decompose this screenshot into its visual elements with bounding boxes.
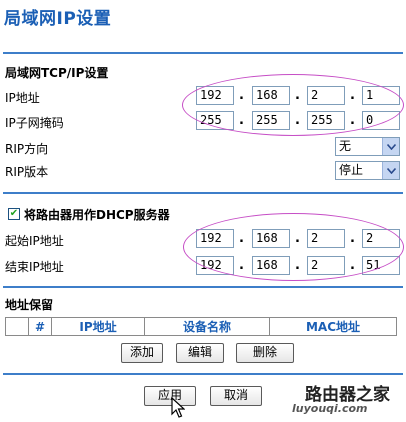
start-ip-label: 起始IP地址 [5, 234, 64, 248]
divider [3, 52, 403, 54]
dot-separator: . [239, 88, 244, 103]
dhcp-server-label: 将路由器用作DHCP服务器 [24, 208, 170, 222]
column-header-mac: MAC地址 [269, 317, 397, 336]
section-title-lan: 局域网TCP/IP设置 [5, 66, 109, 80]
watermark-url: luyouqi.com [292, 402, 368, 415]
mask-octet-4-input[interactable]: 0 [362, 111, 400, 130]
divider [3, 373, 403, 375]
column-header-index: # [28, 317, 52, 336]
start-ip-octet-1-input[interactable]: 192 [196, 229, 234, 248]
end-ip-label: 结束IP地址 [5, 260, 64, 274]
dot-separator: . [239, 258, 244, 273]
reservation-table: # IP地址 设备名称 MAC地址 [5, 317, 397, 336]
dot-separator: . [239, 113, 244, 128]
dot-separator: . [350, 231, 355, 246]
mouse-pointer-icon [171, 397, 185, 418]
rip-direction-value: 无 [339, 139, 352, 153]
ip-address-label: IP地址 [5, 91, 40, 105]
start-ip-octet-2-input[interactable]: 168 [252, 229, 290, 248]
reservation-title: 地址保留 [5, 298, 54, 312]
rip-version-value: 停止 [339, 163, 364, 177]
dot-separator: . [350, 113, 355, 128]
mask-octet-1-input[interactable]: 255 [196, 111, 234, 130]
end-ip-octet-1-input[interactable]: 192 [196, 256, 234, 275]
table-header-row: # IP地址 设备名称 MAC地址 [5, 317, 397, 336]
end-ip-octet-4-input[interactable]: 51 [362, 256, 400, 275]
rip-version-select[interactable]: 停止 [335, 161, 400, 180]
dot-separator: . [295, 231, 300, 246]
edit-button[interactable]: 编辑 [176, 343, 224, 363]
dot-separator: . [350, 88, 355, 103]
page-title: 局域网IP设置 [4, 9, 112, 29]
dot-separator: . [239, 231, 244, 246]
dot-separator: . [350, 258, 355, 273]
start-ip-octet-4-input[interactable]: 2 [362, 229, 400, 248]
dot-separator: . [295, 258, 300, 273]
dhcp-server-checkbox[interactable]: ✔ [8, 208, 20, 220]
add-button[interactable]: 添加 [121, 343, 163, 363]
start-ip-octet-3-input[interactable]: 2 [307, 229, 345, 248]
ip-octet-1-input[interactable]: 192 [196, 86, 234, 105]
apply-button[interactable]: 应用 [144, 386, 196, 406]
ip-octet-2-input[interactable]: 168 [252, 86, 290, 105]
end-ip-octet-2-input[interactable]: 168 [252, 256, 290, 275]
rip-version-label: RIP版本 [5, 165, 49, 179]
mask-octet-2-input[interactable]: 255 [252, 111, 290, 130]
rip-direction-label: RIP方向 [5, 142, 49, 156]
mask-octet-3-input[interactable]: 255 [307, 111, 345, 130]
cancel-button[interactable]: 取消 [210, 386, 262, 406]
divider [3, 286, 403, 288]
delete-button[interactable]: 删除 [236, 343, 294, 363]
dot-separator: . [295, 88, 300, 103]
ip-octet-4-input[interactable]: 1 [362, 86, 400, 105]
select-column-header [5, 317, 29, 336]
subnet-mask-label: IP子网掩码 [5, 116, 64, 130]
chevron-down-icon[interactable] [382, 138, 399, 155]
rip-direction-select[interactable]: 无 [335, 137, 400, 156]
divider [3, 192, 403, 194]
chevron-down-icon[interactable] [382, 162, 399, 179]
end-ip-octet-3-input[interactable]: 2 [307, 256, 345, 275]
column-header-device-name: 设备名称 [144, 317, 270, 336]
dot-separator: . [295, 113, 300, 128]
column-header-ip: IP地址 [51, 317, 145, 336]
ip-octet-3-input[interactable]: 2 [307, 86, 345, 105]
